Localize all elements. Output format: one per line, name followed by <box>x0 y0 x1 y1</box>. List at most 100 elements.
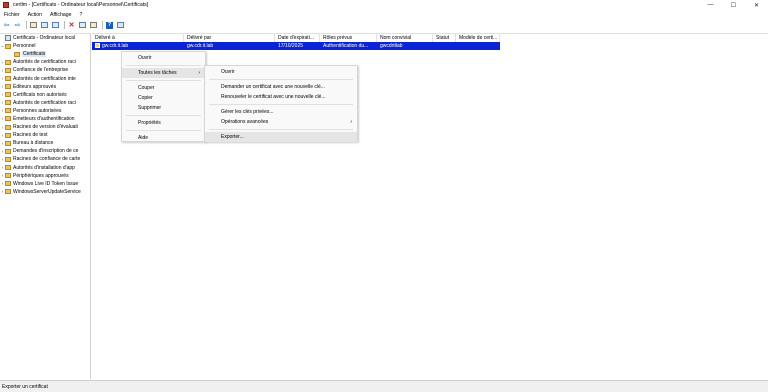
certificate-store-icon <box>5 35 11 42</box>
folder-open-icon <box>5 43 11 49</box>
tree-item[interactable]: › Éditeurs approuvés <box>0 83 90 91</box>
folder-icon <box>5 189 11 195</box>
copy-icon[interactable] <box>51 21 60 30</box>
folder-icon <box>5 140 11 146</box>
menu-item-supprimer[interactable]: Supprimer <box>122 103 205 113</box>
tree-item[interactable]: › Demandes d'inscription de ce <box>0 147 90 155</box>
menu-item-couper[interactable]: Couper <box>122 83 205 93</box>
submenu-item-operations-avancees[interactable]: Opérations avancées › <box>205 117 357 127</box>
submenu-item-exporter[interactable]: Exporter... <box>205 132 357 142</box>
tree-item-label: Racines de test <box>13 132 48 139</box>
cell-date-expiration: 17/10/2025 <box>278 43 304 49</box>
tree-item[interactable]: › Racines de test <box>0 131 90 139</box>
tree-item-label: Périphériques approuvés <box>13 172 69 179</box>
tree-item[interactable]: › Émetteurs d'authentification <box>0 115 90 123</box>
folder-icon <box>5 165 11 171</box>
tree-item-label: Racines de version d'évaluati <box>13 124 78 131</box>
maximize-button[interactable]: ☐ <box>722 0 745 10</box>
tree-item-label: Confiance de l'entreprise <box>13 67 69 74</box>
tree-item-label: WindowsServerUpdateService <box>13 188 81 195</box>
folder-icon <box>5 108 11 114</box>
menu-item-copier[interactable]: Copier <box>122 93 205 103</box>
folder-icon <box>5 76 11 82</box>
tree-item[interactable]: › Autorités de certification inte <box>0 74 90 82</box>
menu-divider <box>126 115 201 116</box>
cell-delivre-par: gw.cdr.it.lab <box>187 43 214 49</box>
tree-item-label: Autorités de certification raci <box>13 99 76 106</box>
tree-item-label: Émetteurs d'authentification <box>13 115 75 122</box>
menu-divider <box>209 104 353 105</box>
menu-item-aide[interactable]: Aide <box>122 133 205 143</box>
menu-help[interactable]: ? <box>76 12 87 18</box>
menu-bar: Fichier Action Affichage ? <box>0 10 768 19</box>
status-bar: Exporter un certificat <box>0 380 768 392</box>
tree-item-label: Racines de confiance de carte <box>13 156 81 163</box>
tree-item[interactable]: › Racines de version d'évaluati <box>0 123 90 131</box>
tree-item-label: Autorités d'installation d'app <box>13 164 75 171</box>
cell-nom-convivial: gwcdritlab <box>380 43 403 49</box>
window-controls: — ☐ ✕ <box>699 0 768 10</box>
column-header-roles-prevus[interactable]: Rôles prévus <box>320 34 377 42</box>
tree-item[interactable]: › Racines de confiance de carte <box>0 155 90 163</box>
submenu-item-renouveler-certificat[interactable]: Renouveler le certificat avec une nouvel… <box>205 92 357 102</box>
menu-item-toutes-les-taches[interactable]: Toutes les tâches › <box>122 68 205 78</box>
folder-up-icon[interactable] <box>29 21 38 30</box>
tree-item-label: Windows Live ID Token Issue <box>13 180 79 187</box>
menu-fichier[interactable]: Fichier <box>0 12 24 18</box>
tree-item-certificats[interactable]: Certificats <box>0 50 90 58</box>
menu-divider <box>209 79 353 80</box>
tree-item[interactable]: › Périphériques approuvés <box>0 172 90 180</box>
folder-icon <box>5 173 11 179</box>
tree-item-label: Autorités de certification raci <box>13 59 76 66</box>
submenu-item-demander-certificat[interactable]: Demander un certificat avec une nouvelle… <box>205 82 357 92</box>
toolbar-divider <box>64 21 65 29</box>
menu-divider <box>126 130 201 131</box>
column-header-nom-convivial[interactable]: Nom convivial <box>377 34 433 42</box>
column-header-statut[interactable]: Statut <box>433 34 456 42</box>
submenu-item-ouvrir[interactable]: Ouvrir <box>205 67 357 77</box>
tree-item-personnel[interactable]: ⌄ Personnel <box>0 42 90 50</box>
help-icon[interactable]: ? <box>105 21 114 30</box>
tree-item[interactable]: › Bureau à distance <box>0 139 90 147</box>
tree-item[interactable]: › WindowsServerUpdateService <box>0 188 90 196</box>
folder-icon <box>5 124 11 130</box>
delete-icon[interactable]: ✕ <box>67 21 76 30</box>
tree-item-label: Autorités de certification inte <box>13 75 76 82</box>
title-bar: certlm - [Certificats - Ordinateur local… <box>0 0 768 10</box>
tree-item[interactable]: › Certificats non autorisés <box>0 91 90 99</box>
tree-item[interactable]: › Autorités d'installation d'app <box>0 164 90 172</box>
export-icon[interactable] <box>89 21 98 30</box>
properties-icon[interactable] <box>78 21 87 30</box>
folder-icon <box>5 116 11 122</box>
column-header-date-expiration[interactable]: Date d'expirati... <box>275 34 320 42</box>
mmc-icon[interactable] <box>116 21 125 30</box>
submenu-item-gerer-cles[interactable]: Gérer les clés privées... <box>205 107 357 117</box>
close-button[interactable]: ✕ <box>745 0 768 10</box>
menu-action[interactable]: Action <box>24 12 46 18</box>
folder-icon <box>14 51 20 57</box>
tree-item[interactable]: › Autorités de certification raci <box>0 58 90 66</box>
certlm-app-icon <box>3 2 9 8</box>
back-arrow-icon[interactable]: ⇦ <box>2 21 11 30</box>
menu-affichage[interactable]: Affichage <box>46 12 76 18</box>
show-tree-icon[interactable] <box>40 21 49 30</box>
menu-item-proprietes[interactable]: Propriétés <box>122 118 205 128</box>
table-row[interactable]: gw.cdr.it.lab gw.cdr.it.lab 17/10/2025 A… <box>92 42 500 50</box>
menu-divider <box>126 65 201 66</box>
minimize-button[interactable]: — <box>699 0 722 10</box>
tree-item[interactable]: › Autorités de certification raci <box>0 99 90 107</box>
column-header-modele[interactable]: Modèle de certi... <box>456 34 500 42</box>
chevron-right-icon: › <box>350 119 352 125</box>
cell-roles-prevus: Authentification du... <box>323 43 369 49</box>
tree-root[interactable]: Certificats - Ordinateur local <box>0 34 90 42</box>
folder-icon <box>5 156 11 162</box>
folder-icon <box>5 59 11 65</box>
tree-item[interactable]: › Confiance de l'entreprise <box>0 66 90 74</box>
forward-arrow-icon[interactable]: ⇨ <box>13 21 22 30</box>
tree-store-list: › Autorités de certification raci › Confian… <box>0 58 90 196</box>
tree-item[interactable]: › Personnes autorisées <box>0 107 90 115</box>
column-header-delivre-a[interactable]: Délivré à <box>92 34 184 42</box>
tree-item[interactable]: › Windows Live ID Token Issue <box>0 180 90 188</box>
menu-item-ouvrir[interactable]: Ouvrir <box>122 53 205 63</box>
column-header-delivre-par[interactable]: Délivré par <box>184 34 275 42</box>
